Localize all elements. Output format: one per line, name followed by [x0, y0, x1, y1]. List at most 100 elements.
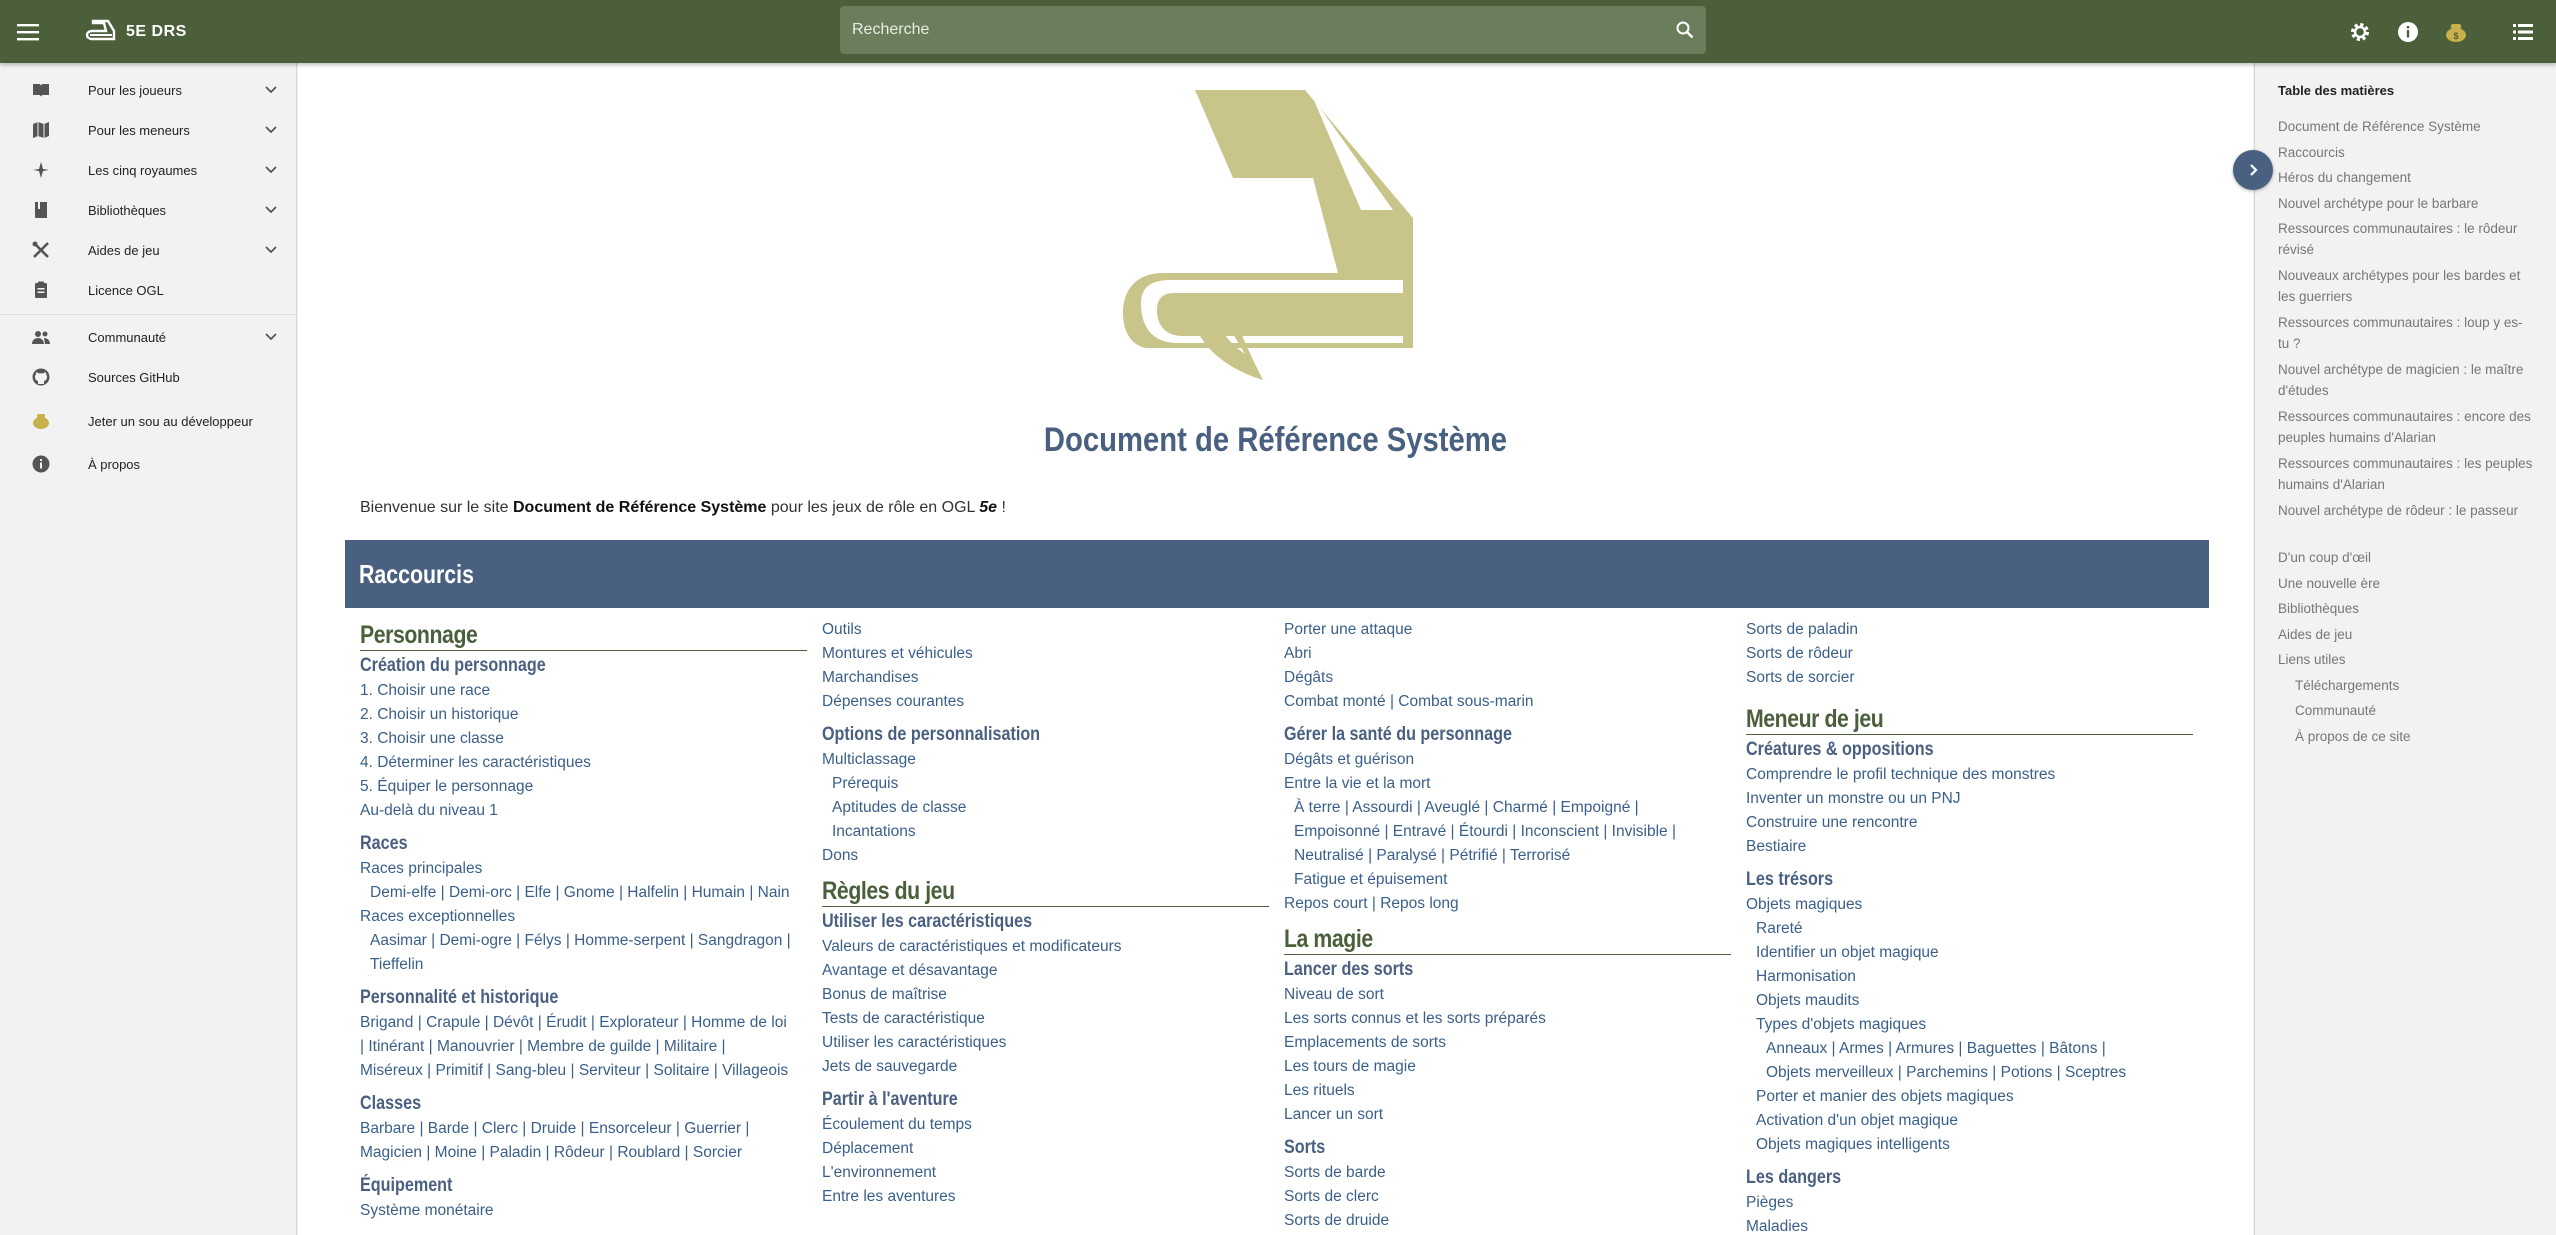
sidebar-item-licence-ogl[interactable]: Licence OGL	[0, 270, 297, 310]
sidebar-item-communaute[interactable]: Communauté	[0, 317, 297, 357]
coin-purse-icon[interactable]: $	[2441, 0, 2471, 63]
sort-link[interactable]: Lancer un sort	[1284, 1103, 1731, 1127]
equipment-link[interactable]: Montures et véhicules	[822, 642, 1269, 666]
carac-link[interactable]: Bonus de maîtrise	[822, 983, 1269, 1007]
aventure-link[interactable]: Déplacement	[822, 1137, 1269, 1161]
sorts-class-link[interactable]: Sorts de rôdeur	[1746, 642, 2193, 666]
toc-link[interactable]: Ressources communautaires : les peuples …	[2278, 453, 2533, 495]
step-link[interactable]: 4. Déterminer les caractéristiques	[360, 751, 807, 775]
combat-link[interactable]: Porter une attaque	[1284, 618, 1731, 642]
classes-list[interactable]: Magicien | Moine | Paladin | Rôdeur | Ro…	[360, 1141, 807, 1165]
types-objets-list[interactable]: Anneaux | Armes | Armures | Baguettes | …	[1746, 1037, 2193, 1061]
chevron-down-icon[interactable]	[265, 123, 277, 135]
link-objets-magiques[interactable]: Objets magiques	[1746, 893, 2193, 917]
combat-link[interactable]: Abri	[1284, 642, 1731, 666]
sante-link[interactable]: Entre la vie et la mort	[1284, 772, 1731, 796]
subsection-heading-sante[interactable]: Gérer la santé du personnage	[1284, 722, 1731, 748]
toc-link[interactable]: Héros du changement	[2278, 167, 2533, 188]
subsection-heading-races[interactable]: Races	[360, 831, 807, 857]
section-heading-regles[interactable]: Règles du jeu	[822, 876, 1269, 907]
toc-link[interactable]: Bibliothèques	[2278, 598, 2533, 619]
aventure-link[interactable]: Écoulement du temps	[822, 1113, 1269, 1137]
toc-link[interactable]: Document de Référence Système	[2278, 116, 2533, 137]
etats-list[interactable]: Empoisonné | Entravé | Étourdi | Inconsc…	[1284, 820, 1731, 844]
subsection-heading-utiliser[interactable]: Utiliser les caractéristiques	[822, 909, 1269, 935]
sidebar-item-pour-les-meneurs[interactable]: Pour les meneurs	[0, 110, 297, 150]
creatures-link[interactable]: Inventer un monstre ou un PNJ	[1746, 787, 2193, 811]
sorts-class-link[interactable]: Sorts de paladin	[1746, 618, 2193, 642]
subsection-heading-tresors[interactable]: Les trésors	[1746, 867, 2193, 893]
classes-list[interactable]: Barbare | Barde | Clerc | Druide | Ensor…	[360, 1117, 807, 1141]
more-menu-icon[interactable]	[2508, 0, 2538, 63]
sorts-class-link[interactable]: Sorts de barde	[1284, 1161, 1731, 1185]
objets-sublink[interactable]: Objets magiques intelligents	[1746, 1133, 2193, 1157]
sorts-class-link[interactable]: Sorts de clerc	[1284, 1185, 1731, 1209]
toc-link[interactable]: Une nouvelle ère	[2278, 573, 2533, 594]
multiclassage-sublink[interactable]: Aptitudes de classe	[822, 796, 1269, 820]
toc-link[interactable]: Liens utiles	[2278, 649, 2533, 670]
sidebar-item-bibliotheques[interactable]: Bibliothèques	[0, 190, 297, 230]
objets-sublink[interactable]: Harmonisation	[1746, 965, 2193, 989]
objets-sublink[interactable]: Types d'objets magiques	[1746, 1013, 2193, 1037]
sidebar-item-aides-de-jeu[interactable]: Aides de jeu	[0, 230, 297, 270]
objets-sublink[interactable]: Rareté	[1746, 917, 2193, 941]
combat-link[interactable]: Combat monté | Combat sous-marin	[1284, 690, 1731, 714]
link-dons[interactable]: Dons	[822, 844, 1269, 868]
step-link[interactable]: 3. Choisir une classe	[360, 727, 807, 751]
sidebar-item-a-propos[interactable]: À propos	[0, 444, 297, 484]
info-icon[interactable]	[2393, 0, 2423, 63]
dangers-link[interactable]: Maladies	[1746, 1215, 2193, 1235]
toc-sublink[interactable]: Téléchargements	[2295, 675, 2550, 696]
chevron-down-icon[interactable]	[265, 83, 277, 95]
carac-link[interactable]: Avantage et désavantage	[822, 959, 1269, 983]
subsection-heading-equipement[interactable]: Équipement	[360, 1173, 807, 1199]
subsection-heading-aventure[interactable]: Partir à l'aventure	[822, 1087, 1269, 1113]
subsection-heading-creation[interactable]: Création du personnage	[360, 653, 807, 679]
toc-sublink[interactable]: À propos de ce site	[2295, 726, 2550, 747]
historiques-list[interactable]: | Itinérant | Manouvrier | Membre de gui…	[360, 1035, 807, 1059]
equipment-link[interactable]: Outils	[822, 618, 1269, 642]
link-races-principales[interactable]: Races principales	[360, 857, 807, 881]
combat-link[interactable]: Dégâts	[1284, 666, 1731, 690]
sidebar-item-jeter-un-sou[interactable]: Jeter un sou au développeur	[0, 401, 297, 441]
objets-sublink[interactable]: Activation d'un objet magique	[1746, 1109, 2193, 1133]
subsection-heading-classes[interactable]: Classes	[360, 1091, 807, 1117]
aventure-link[interactable]: L'environnement	[822, 1161, 1269, 1185]
equipment-link[interactable]: Dépenses courantes	[822, 690, 1269, 714]
subsection-heading-lancer[interactable]: Lancer des sorts	[1284, 957, 1731, 983]
brand-logo[interactable]: 5E DRS	[84, 0, 187, 63]
races-principales-list[interactable]: Demi-elfe | Demi-orc | Elfe | Gnome | Ha…	[360, 881, 807, 905]
sort-link[interactable]: Les tours de magie	[1284, 1055, 1731, 1079]
carac-link[interactable]: Jets de sauvegarde	[822, 1055, 1269, 1079]
aventure-link[interactable]: Entre les aventures	[822, 1185, 1269, 1209]
sidebar-item-sources-github[interactable]: Sources GitHub	[0, 357, 297, 397]
toc-link[interactable]: Nouvel archétype de magicien : le maître…	[2278, 359, 2533, 401]
historiques-list[interactable]: Brigand | Crapule | Dévôt | Érudit | Exp…	[360, 1011, 807, 1035]
historiques-list[interactable]: Miséreux | Primitif | Sang-bleu | Servit…	[360, 1059, 807, 1083]
objets-sublink[interactable]: Objets maudits	[1746, 989, 2193, 1013]
chevron-down-icon[interactable]	[265, 203, 277, 215]
carac-link[interactable]: Valeurs de caractéristiques et modificat…	[822, 935, 1269, 959]
link-au-dela-niveau-1[interactable]: Au-delà du niveau 1	[360, 799, 807, 823]
toc-link[interactable]: Nouveaux archétypes pour les bardes et l…	[2278, 265, 2533, 307]
toc-link[interactable]: Ressources communautaires : loup y es-tu…	[2278, 312, 2533, 354]
search-input[interactable]	[852, 21, 1676, 39]
creatures-link[interactable]: Bestiaire	[1746, 835, 2193, 859]
creatures-link[interactable]: Construire une rencontre	[1746, 811, 2193, 835]
multiclassage-sublink[interactable]: Incantations	[822, 820, 1269, 844]
toc-link[interactable]: D'un coup d'œil	[2278, 547, 2533, 568]
types-objets-list[interactable]: Objets merveilleux | Parchemins | Potion…	[1746, 1061, 2193, 1085]
sorts-class-link[interactable]: Sorts de druide	[1284, 1209, 1731, 1233]
etats-list[interactable]: À terre | Assourdi | Aveuglé | Charmé | …	[1284, 796, 1731, 820]
sort-link[interactable]: Emplacements de sorts	[1284, 1031, 1731, 1055]
chevron-down-icon[interactable]	[265, 330, 277, 342]
races-exceptionnelles-list[interactable]: Aasimar | Demi-ogre | Félys | Homme-serp…	[360, 929, 807, 953]
toc-toggle-button[interactable]	[2233, 150, 2273, 190]
menu-icon[interactable]	[8, 0, 48, 63]
section-heading-magie[interactable]: La magie	[1284, 924, 1731, 955]
step-link[interactable]: 2. Choisir un historique	[360, 703, 807, 727]
toc-link[interactable]: Nouvel archétype de rôdeur : le passeur	[2278, 500, 2533, 521]
settings-icon[interactable]	[2345, 0, 2375, 63]
subsection-heading-options[interactable]: Options de personnalisation	[822, 722, 1269, 748]
equipment-link[interactable]: Marchandises	[822, 666, 1269, 690]
